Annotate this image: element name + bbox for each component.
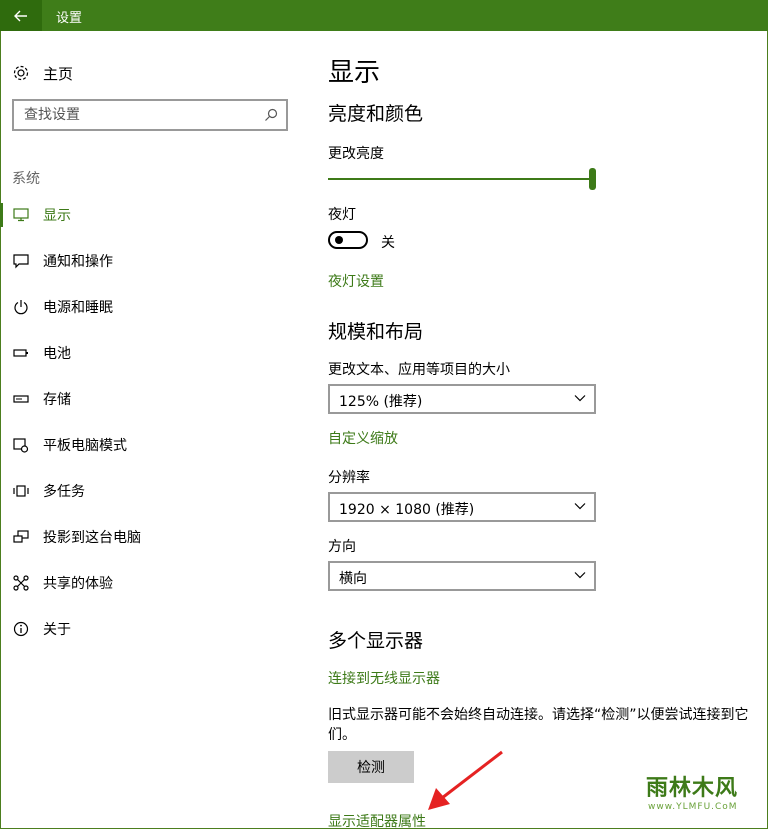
active-indicator: [0, 203, 3, 227]
sidebar-item-label: 显示: [43, 208, 71, 224]
multitask-icon: [12, 482, 30, 500]
page-title: 显示: [328, 58, 381, 88]
brightness-heading: 亮度和颜色: [328, 103, 424, 125]
orientation-label: 方向: [328, 539, 356, 555]
sidebar-item-label: 电源和睡眠: [43, 300, 113, 316]
display-adapter-properties-link[interactable]: 显示适配器属性: [328, 811, 426, 831]
old-display-text: 旧式显示器可能不会始终自动连接。请选择“检测”以便尝试连接到它们。: [328, 707, 749, 743]
sidebar-item-label: 投影到这台电脑: [43, 530, 141, 546]
power-icon: [12, 298, 30, 316]
night-light-settings-link[interactable]: 夜灯设置: [328, 271, 384, 291]
info-icon: [12, 620, 30, 638]
scale-value: 125% (推荐): [339, 394, 423, 410]
home-label: 主页: [43, 64, 74, 83]
sidebar-item-about[interactable]: 关于: [12, 617, 71, 641]
scale-heading: 规模和布局: [328, 321, 424, 343]
sidebar-item-battery[interactable]: 电池: [12, 341, 71, 365]
orientation-dropdown[interactable]: 横向: [328, 561, 596, 591]
main-content: 显示 亮度和颜色 更改亮度 夜灯 关 夜灯设置 规模和布局 更改文本、应用等项目…: [328, 31, 768, 831]
brightness-label: 更改亮度: [328, 146, 384, 162]
scale-dropdown[interactable]: 125% (推荐): [328, 384, 596, 414]
project-icon: [12, 528, 30, 546]
back-button[interactable]: [0, 0, 42, 31]
chevron-down-icon: [574, 395, 586, 402]
night-light-toggle[interactable]: [328, 231, 368, 249]
toggle-knob: [335, 236, 343, 244]
watermark-text: 雨林木风: [646, 776, 739, 801]
annotation-arrow: [428, 750, 503, 810]
sidebar-item-label: 电池: [43, 346, 71, 362]
brightness-slider[interactable]: [328, 168, 596, 192]
sidebar-item-multitasking[interactable]: 多任务: [12, 479, 85, 503]
message-icon: [12, 252, 30, 270]
storage-icon: [12, 390, 30, 408]
watermark: 雨林木风 www.YLMFU.CoM: [634, 764, 764, 824]
scale-label: 更改文本、应用等项目的大小: [328, 362, 510, 378]
search-input[interactable]: [24, 106, 254, 124]
share-icon: [12, 574, 30, 592]
gear-icon: [12, 64, 30, 82]
sidebar: 主页 系统 显示 通知和操作 电源和睡眠 电池 存储: [0, 31, 304, 829]
resolution-dropdown[interactable]: 1920 × 1080 (推荐): [328, 492, 596, 522]
sidebar-home[interactable]: 主页: [12, 61, 73, 85]
orientation-value: 横向: [339, 571, 367, 587]
slider-track: [328, 178, 590, 180]
slider-thumb[interactable]: [589, 168, 596, 190]
chevron-down-icon: [574, 572, 586, 579]
sidebar-item-label: 存储: [43, 392, 71, 408]
sidebar-item-notifications[interactable]: 通知和操作: [12, 249, 113, 273]
night-light-label: 夜灯: [328, 207, 356, 223]
search-box[interactable]: [12, 99, 288, 131]
sidebar-item-power[interactable]: 电源和睡眠: [12, 295, 113, 319]
back-arrow-icon: [14, 10, 27, 21]
custom-scaling-link[interactable]: 自定义缩放: [328, 428, 398, 448]
section-label-system: 系统: [12, 171, 40, 187]
sidebar-item-label: 多任务: [43, 484, 85, 500]
chevron-down-icon: [574, 503, 586, 510]
sidebar-item-label: 关于: [43, 622, 71, 638]
title-bar: 设置: [0, 0, 768, 31]
watermark-url: www.YLMFU.CoM: [648, 802, 738, 812]
sidebar-item-label: 共享的体验: [43, 576, 113, 592]
sidebar-item-tablet-mode[interactable]: 平板电脑模式: [12, 433, 127, 457]
window-title: 设置: [56, 11, 83, 26]
multiple-displays-heading: 多个显示器: [328, 630, 424, 652]
wireless-display-link[interactable]: 连接到无线显示器: [328, 668, 440, 688]
sidebar-item-label: 通知和操作: [43, 254, 113, 270]
sidebar-item-storage[interactable]: 存储: [12, 387, 71, 411]
search-icon[interactable]: [264, 108, 278, 122]
monitor-icon: [12, 206, 30, 224]
resolution-value: 1920 × 1080 (推荐): [339, 502, 475, 518]
tablet-mode-icon: [12, 436, 30, 454]
sidebar-item-label: 平板电脑模式: [43, 438, 127, 454]
sidebar-item-display[interactable]: 显示: [12, 203, 71, 227]
night-light-state: 关: [381, 235, 395, 251]
sidebar-item-project[interactable]: 投影到这台电脑: [12, 525, 141, 549]
sidebar-item-shared-experiences[interactable]: 共享的体验: [12, 571, 113, 595]
resolution-label: 分辨率: [328, 470, 370, 486]
detect-button[interactable]: 检测: [328, 751, 414, 783]
battery-icon: [12, 344, 30, 362]
